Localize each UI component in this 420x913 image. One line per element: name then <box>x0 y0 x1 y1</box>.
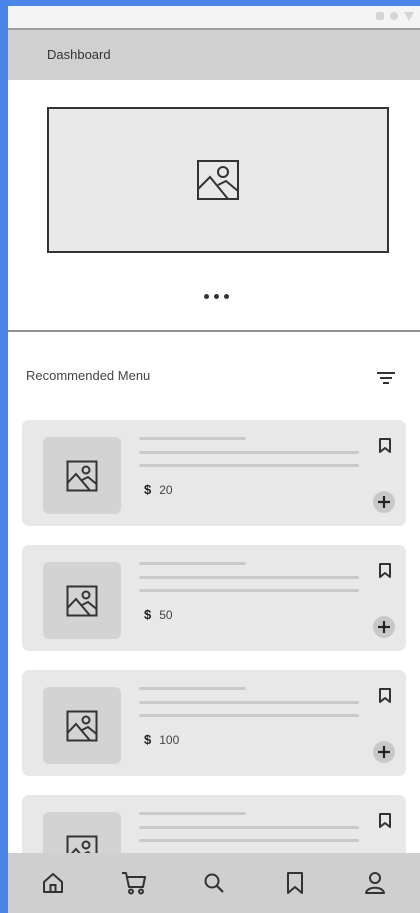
text-placeholder <box>139 701 359 704</box>
app-frame: Dashboard Recommended Menu $ 20 $ 50 $ 1… <box>8 6 420 913</box>
filter-icon <box>377 372 395 384</box>
banner-image[interactable] <box>47 107 389 253</box>
menu-thumbnail <box>43 437 121 514</box>
carousel-dot <box>204 294 209 299</box>
currency-symbol: $ <box>144 732 152 747</box>
bookmark-button[interactable] <box>376 685 394 705</box>
price: $ 100 <box>144 732 179 747</box>
title-placeholder <box>139 812 246 815</box>
top-header: Dashboard <box>8 28 420 80</box>
text-placeholder <box>139 451 359 454</box>
text-placeholder <box>139 714 359 717</box>
text-placeholder <box>139 589 359 592</box>
carousel-dot <box>214 294 219 299</box>
image-placeholder-icon <box>66 460 98 491</box>
menu-card[interactable]: $ 100 <box>22 670 406 776</box>
plus-icon <box>378 621 390 633</box>
bottom-navigation <box>8 853 420 913</box>
add-to-cart-button[interactable] <box>373 741 395 763</box>
text-placeholder <box>139 576 359 579</box>
image-placeholder-icon <box>197 160 239 200</box>
currency-symbol: $ <box>144 607 152 622</box>
image-placeholder-icon <box>66 710 98 741</box>
bookmark-icon <box>286 872 303 894</box>
currency-symbol: $ <box>144 482 152 497</box>
status-icons <box>376 12 414 21</box>
nav-profile[interactable] <box>358 866 392 900</box>
carousel-dot <box>224 294 229 299</box>
wifi-icon <box>390 12 398 20</box>
title-placeholder <box>139 562 246 565</box>
image-placeholder-icon <box>66 585 98 616</box>
title-placeholder <box>139 437 246 440</box>
bookmark-button[interactable] <box>376 435 394 455</box>
add-to-cart-button[interactable] <box>373 491 395 513</box>
cart-icon <box>121 872 146 895</box>
signal-icon <box>376 12 384 20</box>
section-divider <box>8 330 420 332</box>
bookmark-icon <box>379 562 391 578</box>
bookmark-button[interactable] <box>376 560 394 580</box>
nav-search[interactable] <box>197 866 231 900</box>
profile-icon <box>365 872 385 894</box>
more-dots-icon[interactable] <box>204 294 229 299</box>
section-title: Recommended Menu <box>26 368 151 383</box>
add-to-cart-button[interactable] <box>373 616 395 638</box>
price-value: 50 <box>159 607 173 622</box>
bookmark-button[interactable] <box>376 810 394 830</box>
price: $ 50 <box>144 607 173 622</box>
status-bar <box>8 6 420 28</box>
home-icon <box>43 873 63 893</box>
bookmark-icon <box>379 437 391 453</box>
nav-bookmarks[interactable] <box>278 866 312 900</box>
price-value: 100 <box>159 732 180 747</box>
menu-thumbnail <box>43 687 121 764</box>
price: $ 20 <box>144 482 173 497</box>
title-placeholder <box>139 687 246 690</box>
nav-cart[interactable] <box>117 866 151 900</box>
nav-home[interactable] <box>36 866 70 900</box>
battery-icon <box>404 12 414 21</box>
plus-icon <box>378 746 390 758</box>
page-title: Dashboard <box>47 47 111 62</box>
menu-thumbnail <box>43 562 121 639</box>
price-value: 20 <box>159 482 173 497</box>
text-placeholder <box>139 839 359 842</box>
text-placeholder <box>139 826 359 829</box>
menu-card[interactable]: $ 20 <box>22 420 406 526</box>
bookmark-icon <box>379 687 391 703</box>
bookmark-icon <box>379 812 391 828</box>
menu-card[interactable]: $ 50 <box>22 545 406 651</box>
plus-icon <box>378 496 390 508</box>
search-icon <box>204 873 224 893</box>
text-placeholder <box>139 464 359 467</box>
filter-button[interactable] <box>372 366 400 390</box>
